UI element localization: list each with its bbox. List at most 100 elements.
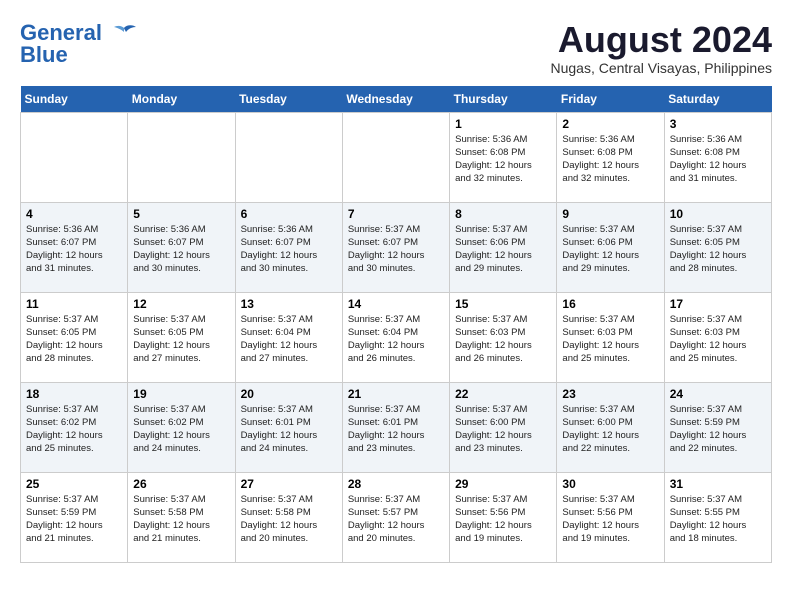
calendar-cell [235, 112, 342, 202]
calendar-cell: 27 Sunrise: 5:37 AM Sunset: 5:58 PM Dayli… [235, 472, 342, 562]
day-number: 6 [241, 207, 337, 221]
day-info: Sunrise: 5:37 AM Sunset: 6:02 PM Dayligh… [133, 403, 229, 456]
calendar-cell: 8 Sunrise: 5:37 AM Sunset: 6:06 PM Daylig… [450, 202, 557, 292]
calendar-cell [128, 112, 235, 202]
calendar-cell: 29Sunrise: 5:37 AM Sunset: 5:56 PM Dayli… [450, 472, 557, 562]
calendar-cell: 19 Sunrise: 5:37 AM Sunset: 6:02 PM Dayli… [128, 382, 235, 472]
week-row-2: 4Sunrise: 5:36 AM Sunset: 6:07 PM Daylig… [21, 202, 772, 292]
day-info: Sunrise: 5:37 AM Sunset: 5:55 PM Dayligh… [670, 493, 766, 546]
calendar-header-row: SundayMondayTuesdayWednesdayThursdayFrid… [21, 86, 772, 113]
day-info: Sunrise: 5:36 AM Sunset: 6:08 PM Dayligh… [455, 133, 551, 186]
logo-bird-icon [110, 24, 138, 44]
calendar-cell [21, 112, 128, 202]
day-info: Sunrise: 5:36 AM Sunset: 6:07 PM Dayligh… [133, 223, 229, 276]
calendar-cell: 18Sunrise: 5:37 AM Sunset: 6:02 PM Dayli… [21, 382, 128, 472]
day-number: 30 [562, 477, 658, 491]
day-number: 17 [670, 297, 766, 311]
day-info: Sunrise: 5:37 AM Sunset: 6:06 PM Dayligh… [562, 223, 658, 276]
header-sunday: Sunday [21, 86, 128, 113]
day-number: 11 [26, 297, 122, 311]
calendar-cell: 11 Sunrise: 5:37 AM Sunset: 6:05 PM Dayli… [21, 292, 128, 382]
day-info: Sunrise: 5:37 AM Sunset: 6:03 PM Dayligh… [455, 313, 551, 366]
day-number: 19 [133, 387, 229, 401]
day-info: Sunrise: 5:37 AM Sunset: 6:00 PM Dayligh… [455, 403, 551, 456]
calendar-cell: 7 Sunrise: 5:37 AM Sunset: 6:07 PM Daylig… [342, 202, 449, 292]
calendar-cell: 30Sunrise: 5:37 AM Sunset: 5:56 PM Dayli… [557, 472, 664, 562]
location: Nugas, Central Visayas, Philippines [550, 60, 772, 76]
day-info: Sunrise: 5:37 AM Sunset: 6:03 PM Dayligh… [670, 313, 766, 366]
logo: General Blue [20, 20, 138, 68]
day-info: Sunrise: 5:37 AM Sunset: 6:04 PM Dayligh… [241, 313, 337, 366]
week-row-3: 11 Sunrise: 5:37 AM Sunset: 6:05 PM Dayli… [21, 292, 772, 382]
calendar-cell: 5 Sunrise: 5:36 AM Sunset: 6:07 PM Daylig… [128, 202, 235, 292]
calendar-cell: 3 Sunrise: 5:36 AM Sunset: 6:08 PM Daylig… [664, 112, 771, 202]
day-number: 26 [133, 477, 229, 491]
day-number: 10 [670, 207, 766, 221]
calendar-cell: 15Sunrise: 5:37 AM Sunset: 6:03 PM Dayli… [450, 292, 557, 382]
calendar-cell: 20Sunrise: 5:37 AM Sunset: 6:01 PM Dayli… [235, 382, 342, 472]
calendar-cell: 23 Sunrise: 5:37 AM Sunset: 6:00 PM Dayli… [557, 382, 664, 472]
day-number: 20 [241, 387, 337, 401]
week-row-5: 25Sunrise: 5:37 AM Sunset: 5:59 PM Dayli… [21, 472, 772, 562]
day-number: 2 [562, 117, 658, 131]
day-info: Sunrise: 5:37 AM Sunset: 5:56 PM Dayligh… [455, 493, 551, 546]
calendar-cell: 17 Sunrise: 5:37 AM Sunset: 6:03 PM Dayli… [664, 292, 771, 382]
header-tuesday: Tuesday [235, 86, 342, 113]
day-info: Sunrise: 5:36 AM Sunset: 6:07 PM Dayligh… [241, 223, 337, 276]
day-number: 31 [670, 477, 766, 491]
title-area: August 2024 Nugas, Central Visayas, Phil… [550, 20, 772, 76]
calendar-cell: 1 Sunrise: 5:36 AM Sunset: 6:08 PM Daylig… [450, 112, 557, 202]
page-header: General Blue August 2024 Nugas, Central … [20, 20, 772, 76]
day-number: 3 [670, 117, 766, 131]
day-number: 9 [562, 207, 658, 221]
day-info: Sunrise: 5:36 AM Sunset: 6:07 PM Dayligh… [26, 223, 122, 276]
header-monday: Monday [128, 86, 235, 113]
calendar-cell: 4Sunrise: 5:36 AM Sunset: 6:07 PM Daylig… [21, 202, 128, 292]
day-info: Sunrise: 5:37 AM Sunset: 6:00 PM Dayligh… [562, 403, 658, 456]
day-info: Sunrise: 5:36 AM Sunset: 6:08 PM Dayligh… [562, 133, 658, 186]
day-number: 28 [348, 477, 444, 491]
header-wednesday: Wednesday [342, 86, 449, 113]
day-number: 23 [562, 387, 658, 401]
day-number: 12 [133, 297, 229, 311]
calendar-cell: 25Sunrise: 5:37 AM Sunset: 5:59 PM Dayli… [21, 472, 128, 562]
day-info: Sunrise: 5:37 AM Sunset: 6:05 PM Dayligh… [26, 313, 122, 366]
day-info: Sunrise: 5:37 AM Sunset: 6:07 PM Dayligh… [348, 223, 444, 276]
calendar-cell: 16Sunrise: 5:37 AM Sunset: 6:03 PM Dayli… [557, 292, 664, 382]
calendar-cell: 9 Sunrise: 5:37 AM Sunset: 6:06 PM Daylig… [557, 202, 664, 292]
day-info: Sunrise: 5:37 AM Sunset: 5:57 PM Dayligh… [348, 493, 444, 546]
day-info: Sunrise: 5:37 AM Sunset: 6:05 PM Dayligh… [133, 313, 229, 366]
calendar-cell: 6 Sunrise: 5:36 AM Sunset: 6:07 PM Daylig… [235, 202, 342, 292]
calendar-cell: 10 Sunrise: 5:37 AM Sunset: 6:05 PM Dayli… [664, 202, 771, 292]
header-friday: Friday [557, 86, 664, 113]
week-row-4: 18Sunrise: 5:37 AM Sunset: 6:02 PM Dayli… [21, 382, 772, 472]
calendar-cell: 14Sunrise: 5:37 AM Sunset: 6:04 PM Dayli… [342, 292, 449, 382]
day-info: Sunrise: 5:37 AM Sunset: 5:58 PM Dayligh… [241, 493, 337, 546]
month-title: August 2024 [550, 20, 772, 60]
calendar-cell: 24 Sunrise: 5:37 AM Sunset: 5:59 PM Dayli… [664, 382, 771, 472]
day-info: Sunrise: 5:37 AM Sunset: 5:59 PM Dayligh… [670, 403, 766, 456]
day-info: Sunrise: 5:37 AM Sunset: 5:59 PM Dayligh… [26, 493, 122, 546]
day-number: 5 [133, 207, 229, 221]
day-number: 14 [348, 297, 444, 311]
day-number: 22 [455, 387, 551, 401]
day-info: Sunrise: 5:37 AM Sunset: 6:05 PM Dayligh… [670, 223, 766, 276]
calendar-cell: 31 Sunrise: 5:37 AM Sunset: 5:55 PM Dayli… [664, 472, 771, 562]
calendar-cell: 13 Sunrise: 5:37 AM Sunset: 6:04 PM Dayli… [235, 292, 342, 382]
day-number: 13 [241, 297, 337, 311]
calendar-cell: 26Sunrise: 5:37 AM Sunset: 5:58 PM Dayli… [128, 472, 235, 562]
day-number: 1 [455, 117, 551, 131]
calendar-cell: 28 Sunrise: 5:37 AM Sunset: 5:57 PM Dayli… [342, 472, 449, 562]
day-number: 27 [241, 477, 337, 491]
day-info: Sunrise: 5:37 AM Sunset: 6:06 PM Dayligh… [455, 223, 551, 276]
day-number: 16 [562, 297, 658, 311]
day-number: 8 [455, 207, 551, 221]
day-info: Sunrise: 5:37 AM Sunset: 6:02 PM Dayligh… [26, 403, 122, 456]
calendar-table: SundayMondayTuesdayWednesdayThursdayFrid… [20, 86, 772, 563]
day-number: 7 [348, 207, 444, 221]
day-info: Sunrise: 5:36 AM Sunset: 6:08 PM Dayligh… [670, 133, 766, 186]
calendar-cell: 22 Sunrise: 5:37 AM Sunset: 6:00 PM Dayli… [450, 382, 557, 472]
calendar-cell: 12 Sunrise: 5:37 AM Sunset: 6:05 PM Dayli… [128, 292, 235, 382]
calendar-cell: 21Sunrise: 5:37 AM Sunset: 6:01 PM Dayli… [342, 382, 449, 472]
day-number: 24 [670, 387, 766, 401]
